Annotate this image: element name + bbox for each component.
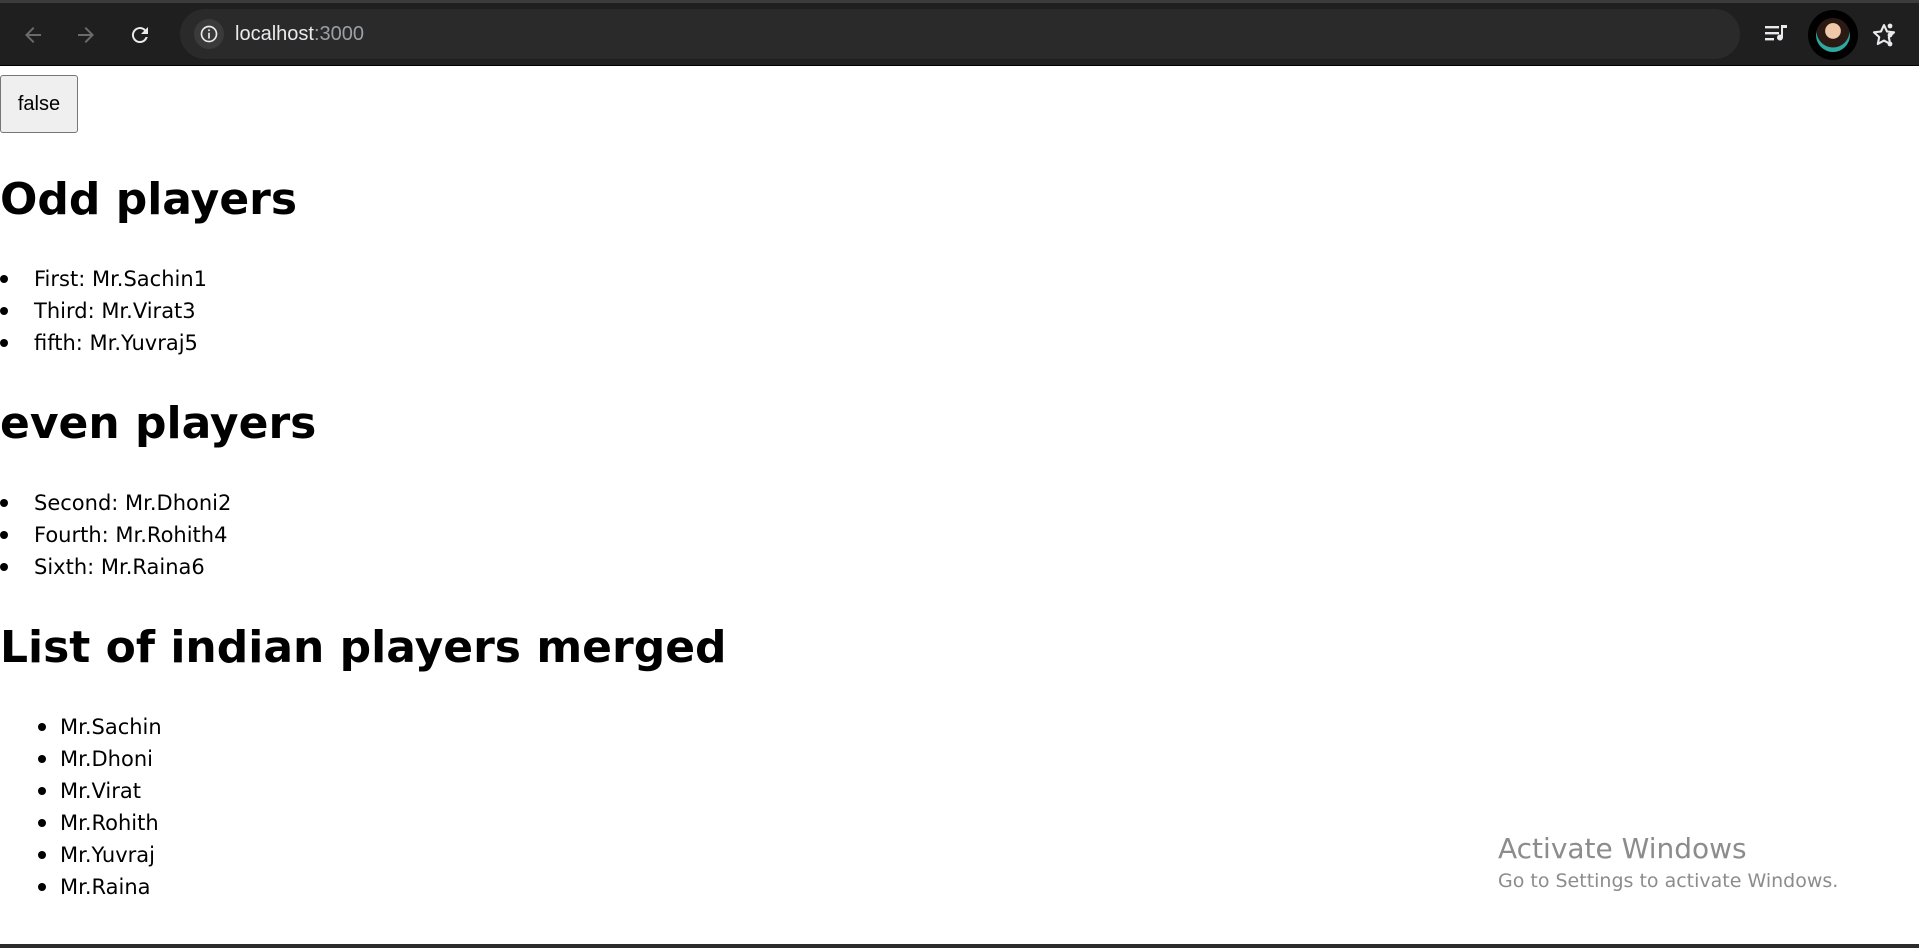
page-content: false Odd players First: Mr.Sachin1 Thir… <box>0 66 1919 946</box>
list-item: Mr.Raina <box>38 871 162 903</box>
browser-toolbar: localhost:3000 <box>0 0 1919 66</box>
taskbar-edge <box>0 944 1919 948</box>
reload-icon <box>131 27 148 44</box>
url-port: :3000 <box>313 23 364 45</box>
merged-players-heading: List of indian players merged <box>0 622 727 673</box>
avatar-image <box>1816 18 1850 52</box>
url-text[interactable]: localhost:3000 <box>235 9 364 59</box>
watermark-title: Activate Windows <box>1498 832 1747 865</box>
watermark-subtitle: Go to Settings to activate Windows. <box>1498 870 1839 892</box>
list-item: Mr.Yuvraj <box>38 839 162 871</box>
even-players-heading: even players <box>0 398 317 449</box>
back-button[interactable] <box>13 15 53 55</box>
list-item: Second: Mr.Dhoni2 <box>0 487 231 519</box>
forward-button[interactable] <box>66 15 106 55</box>
odd-players-heading: Odd players <box>0 174 298 225</box>
even-players-list: Second: Mr.Dhoni2 Fourth: Mr.Rohith4 Six… <box>0 487 231 583</box>
list-item: Third: Mr.Virat3 <box>0 295 207 327</box>
reload-button[interactable] <box>120 15 160 55</box>
list-item: Mr.Dhoni <box>38 743 162 775</box>
browser-window: localhost:3000 false Odd players First: … <box>0 0 1919 948</box>
arrow-right-icon <box>78 27 94 43</box>
list-item: Fourth: Mr.Rohith4 <box>0 519 231 551</box>
merged-players-list: Mr.Sachin Mr.Dhoni Mr.Virat Mr.Rohith Mr… <box>38 711 162 903</box>
list-item: Mr.Rohith <box>38 807 162 839</box>
toggle-button[interactable]: false <box>0 75 78 133</box>
more-vert-icon[interactable] <box>1880 21 1900 49</box>
list-item: First: Mr.Sachin1 <box>0 263 207 295</box>
list-item: Sixth: Mr.Raina6 <box>0 551 231 583</box>
list-item: fifth: Mr.Yuvraj5 <box>0 327 207 359</box>
list-item: Mr.Virat <box>38 775 162 807</box>
info-icon <box>200 25 218 43</box>
odd-players-list: First: Mr.Sachin1 Third: Mr.Virat3 fifth… <box>0 263 207 359</box>
url-host: localhost <box>235 23 314 45</box>
list-item: Mr.Sachin <box>38 711 162 743</box>
media-controls-icon[interactable] <box>1763 21 1791 49</box>
arrow-left-icon <box>25 27 41 43</box>
address-bar[interactable]: localhost:3000 <box>180 9 1896 59</box>
activate-windows-watermark: Activate Windows Go to Settings to activ… <box>1498 831 1838 895</box>
site-info-button[interactable] <box>194 19 224 49</box>
profile-avatar[interactable] <box>1808 10 1858 60</box>
